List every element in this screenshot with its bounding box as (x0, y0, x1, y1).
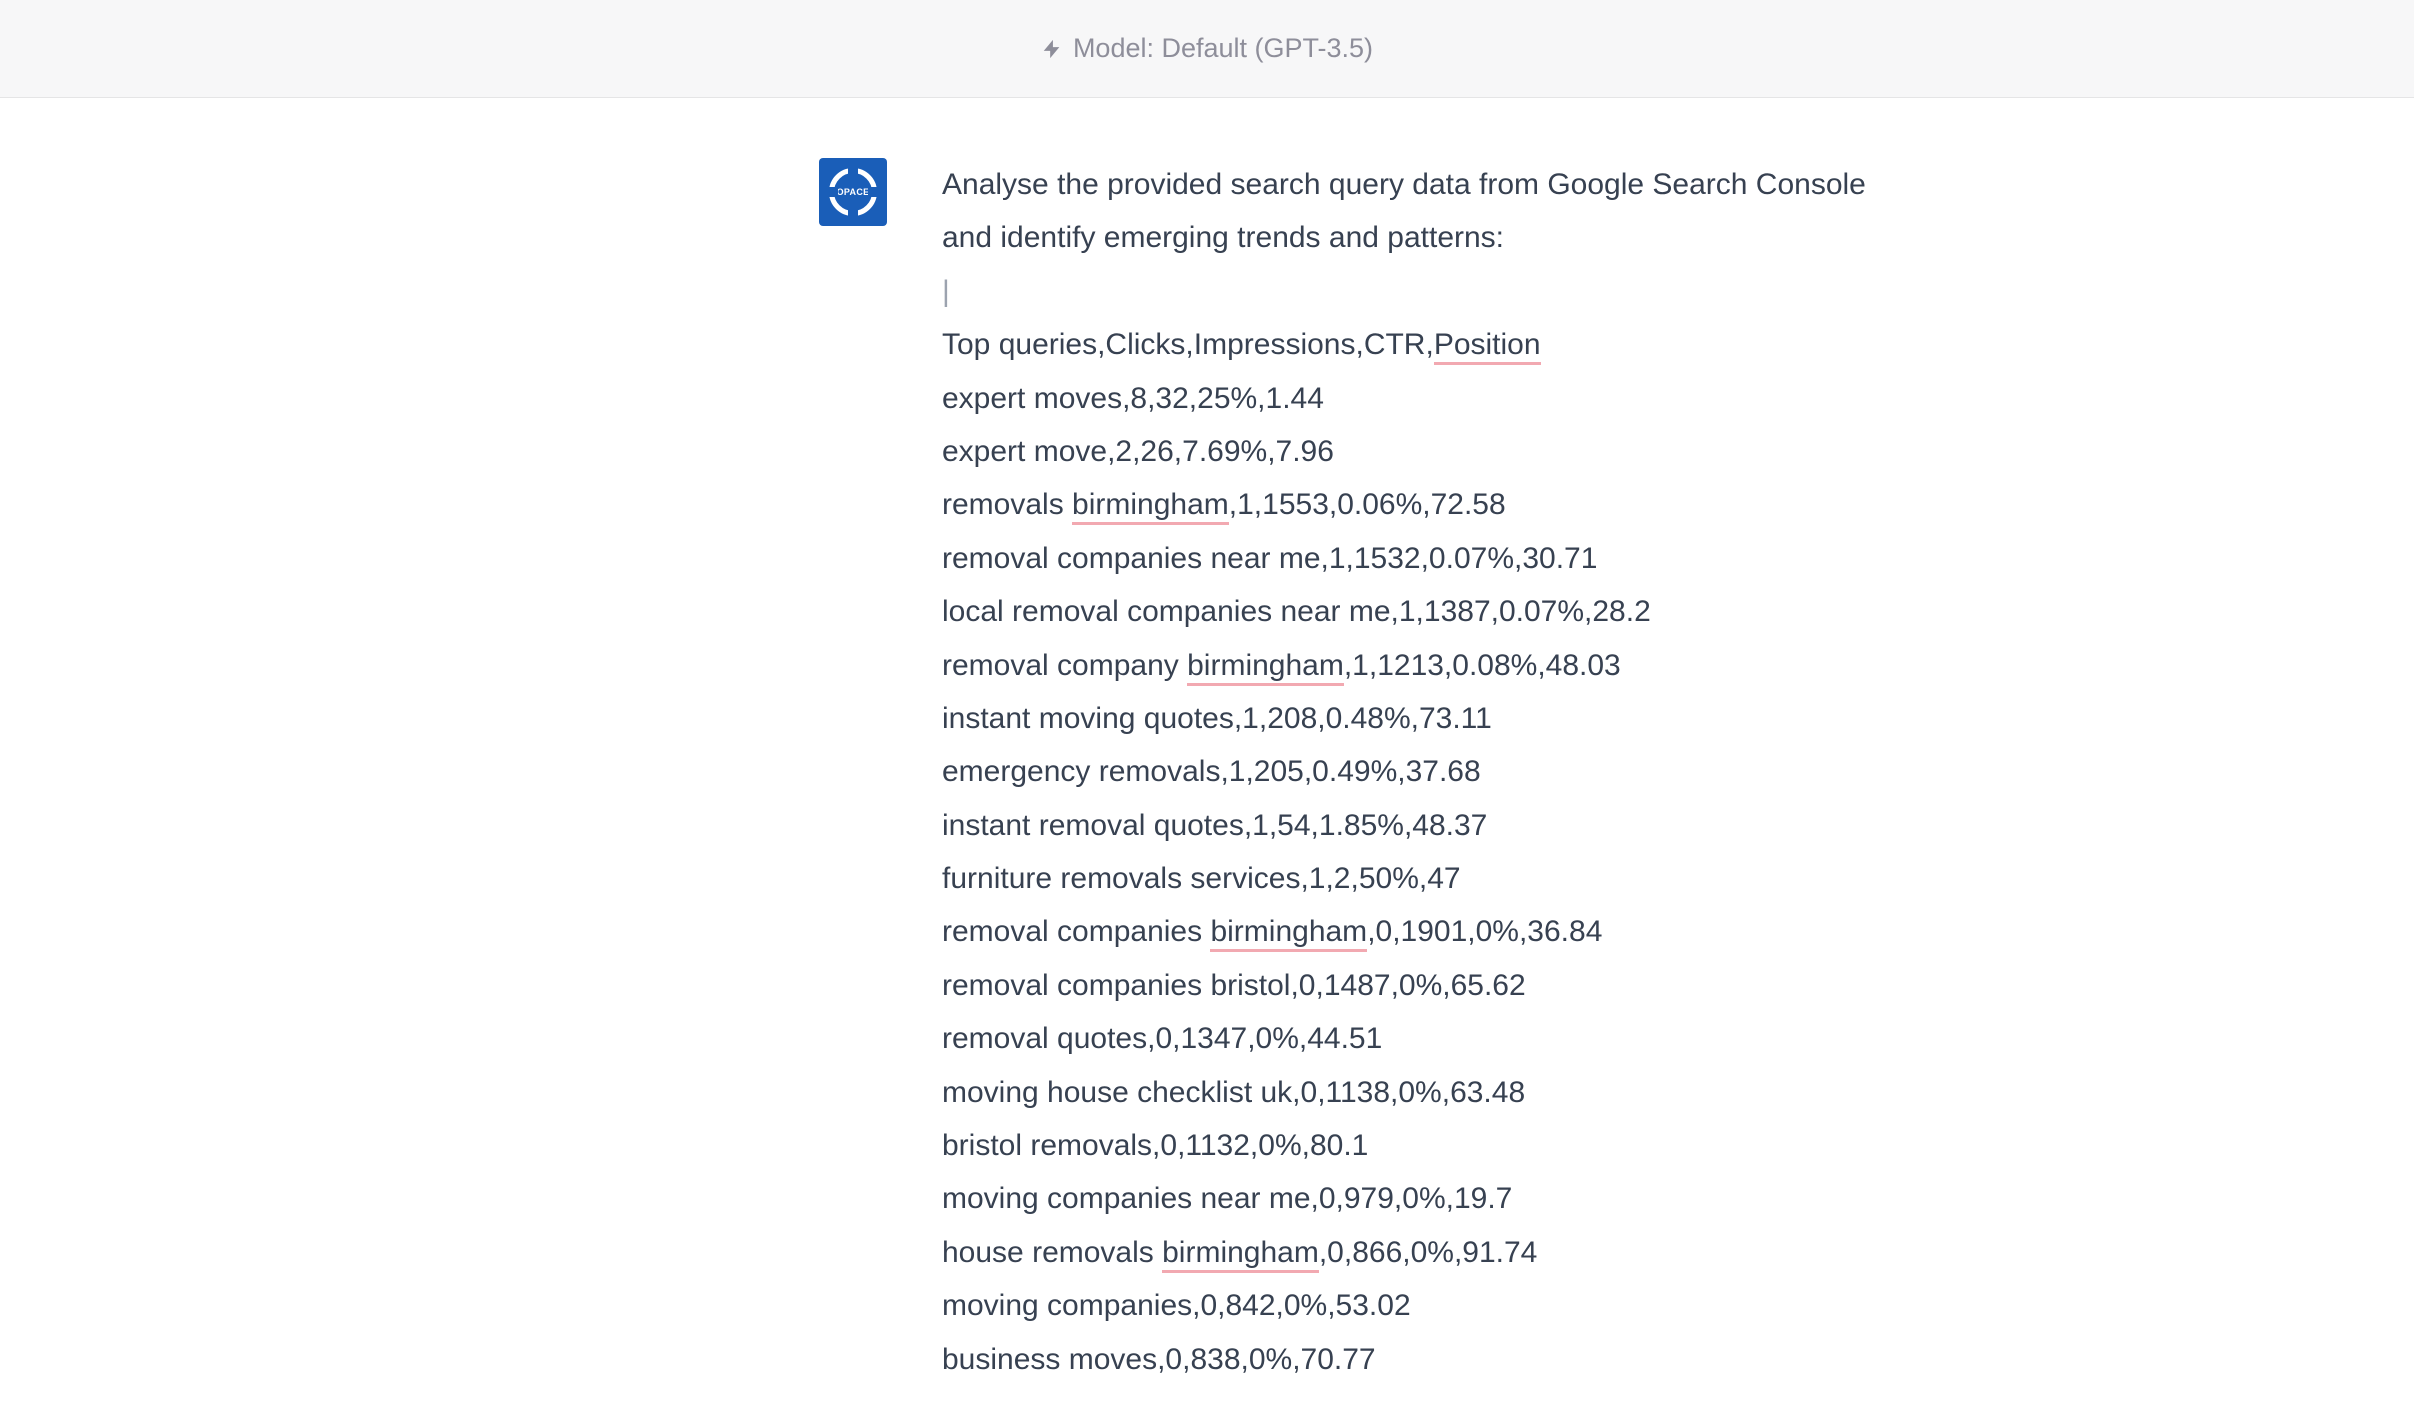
data-text: house removals (942, 1236, 1162, 1269)
data-row: removal quotes,0,1347,0%,44.51 (942, 1012, 1907, 1065)
data-row: emergency removals,1,205,0.49%,37.68 (942, 745, 1907, 798)
spellcheck-underline: birmingham (1072, 488, 1229, 525)
data-row: moving companies,0,842,0%,53.02 (942, 1279, 1907, 1332)
data-text: removal companies near me,1,1532,0.07%,3… (942, 542, 1597, 575)
data-text: moving companies,0,842,0%,53.02 (942, 1289, 1411, 1322)
data-text: furniture removals services,1,2,50%,47 (942, 862, 1461, 895)
data-text: ,1,1553,0.06%,72.58 (1229, 488, 1506, 521)
model-label: Model: Default (GPT-3.5) (1073, 33, 1373, 64)
prompt-text: Analyse the provided search query data f… (942, 158, 1907, 265)
cursor-line: | (942, 265, 1907, 318)
model-header: Model: Default (GPT-3.5) (0, 0, 2414, 98)
data-row: instant moving quotes,1,208,0.48%,73.11 (942, 692, 1907, 745)
data-row: instant removal quotes,1,54,1.85%,48.37 (942, 799, 1907, 852)
message-body[interactable]: Analyse the provided search query data f… (942, 158, 1907, 1386)
data-row: local removal companies near me,1,1387,0… (942, 585, 1907, 638)
data-row: removal company birmingham,1,1213,0.08%,… (942, 639, 1907, 692)
spellcheck-underline: birmingham (1187, 649, 1344, 686)
data-text: moving house checklist uk,0,1138,0%,63.4… (942, 1076, 1525, 1109)
data-row: house removals birmingham,0,866,0%,91.74 (942, 1226, 1907, 1279)
data-row: business moves,0,838,0%,70.77 (942, 1333, 1907, 1386)
data-row: removal companies bristol,0,1487,0%,65.6… (942, 959, 1907, 1012)
data-text: removals (942, 488, 1072, 521)
data-text: ,0,1901,0%,36.84 (1367, 915, 1602, 948)
data-text: removal company (942, 649, 1187, 682)
data-text: expert move,2,26,7.69%,7.96 (942, 435, 1334, 468)
data-row: bristol removals,0,1132,0%,80.1 (942, 1119, 1907, 1172)
data-text: moving companies near me,0,979,0%,19.7 (942, 1182, 1512, 1215)
data-text: ,1,1213,0.08%,48.03 (1344, 649, 1621, 682)
spellcheck-underline: birmingham (1162, 1236, 1319, 1273)
data-text: bristol removals,0,1132,0%,80.1 (942, 1129, 1368, 1162)
lightning-icon (1041, 38, 1063, 60)
data-text: removal companies bristol,0,1487,0%,65.6… (942, 969, 1526, 1002)
data-row: moving companies near me,0,979,0%,19.7 (942, 1172, 1907, 1225)
avatar-label: OPACE (837, 187, 870, 197)
data-text: ,0,866,0%,91.74 (1319, 1236, 1538, 1269)
data-text: removal quotes,0,1347,0%,44.51 (942, 1022, 1382, 1055)
data-row: removal companies birmingham,0,1901,0%,3… (942, 905, 1907, 958)
avatar: OPACE (819, 158, 887, 226)
data-row: removals birmingham,1,1553,0.06%,72.58 (942, 478, 1907, 531)
data-text: emergency removals,1,205,0.49%,37.68 (942, 755, 1481, 788)
data-row: furniture removals services,1,2,50%,47 (942, 852, 1907, 905)
data-text: expert moves,8,32,25%,1.44 (942, 382, 1324, 415)
data-text: instant moving quotes,1,208,0.48%,73.11 (942, 702, 1492, 735)
content-area: OPACE Analyse the provided search query … (0, 98, 2414, 1426)
data-text: business moves,0,838,0%,70.77 (942, 1343, 1376, 1376)
data-text: instant removal quotes,1,54,1.85%,48.37 (942, 809, 1487, 842)
csv-header-position: Position (1434, 328, 1541, 365)
data-row: expert moves,8,32,25%,1.44 (942, 372, 1907, 425)
csv-header-row: Top queries,Clicks,Impressions,CTR,Posit… (942, 318, 1907, 371)
data-text: removal companies (942, 915, 1210, 948)
data-text: local removal companies near me,1,1387,0… (942, 595, 1651, 628)
csv-header-prefix: Top queries,Clicks,Impressions,CTR, (942, 328, 1434, 361)
user-message: OPACE Analyse the provided search query … (407, 158, 2007, 1386)
data-row: removal companies near me,1,1532,0.07%,3… (942, 532, 1907, 585)
spellcheck-underline: birmingham (1210, 915, 1367, 952)
data-row: expert move,2,26,7.69%,7.96 (942, 425, 1907, 478)
data-row: moving house checklist uk,0,1138,0%,63.4… (942, 1066, 1907, 1119)
